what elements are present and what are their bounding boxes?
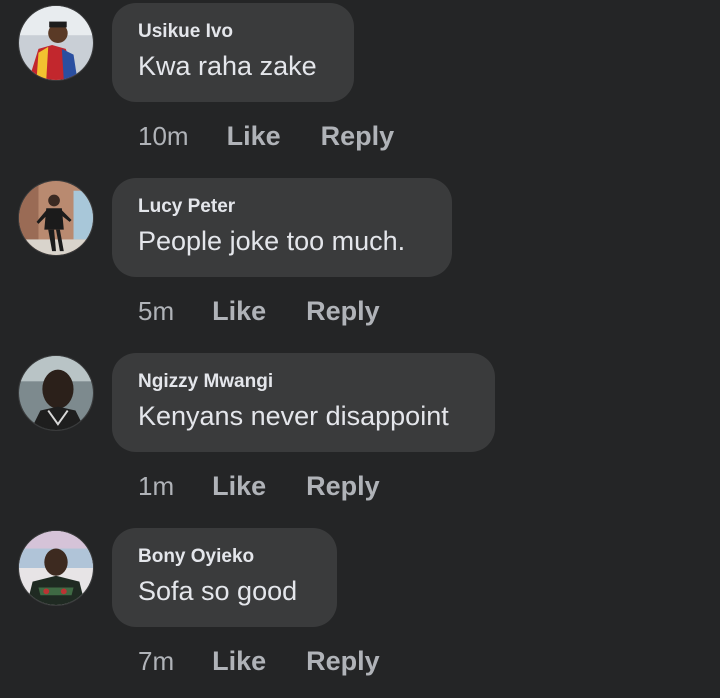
comment-actions: 5m Like Reply — [138, 291, 380, 331]
avatar-photo-icon — [19, 531, 93, 605]
comment-timestamp[interactable]: 1m — [138, 471, 174, 502]
comment-item: Bony Oyieko Sofa so good 7m Like Reply — [0, 525, 720, 698]
reply-button[interactable]: Reply — [306, 646, 380, 677]
comment-bubble: Bony Oyieko Sofa so good — [112, 528, 337, 627]
like-button[interactable]: Like — [212, 646, 266, 677]
reply-button[interactable]: Reply — [321, 121, 395, 152]
avatar-photo-icon — [19, 181, 93, 255]
comment-author[interactable]: Lucy Peter — [138, 196, 235, 218]
avatar[interactable] — [18, 530, 94, 606]
comment-text: Kwa raha zake — [138, 51, 317, 81]
comment-timestamp[interactable]: 7m — [138, 646, 174, 677]
avatar[interactable] — [18, 355, 94, 431]
reply-button[interactable]: Reply — [306, 471, 380, 502]
avatar-photo-icon — [19, 356, 93, 430]
comment-actions: 1m Like Reply — [138, 466, 380, 506]
like-button[interactable]: Like — [227, 121, 281, 152]
comment-bubble: Lucy Peter People joke too much. — [112, 178, 452, 277]
like-button[interactable]: Like — [212, 296, 266, 327]
avatar[interactable] — [18, 5, 94, 81]
comment-text: Sofa so good — [138, 576, 298, 606]
comment-text: Kenyans never disappoint — [138, 401, 449, 431]
avatar[interactable] — [18, 180, 94, 256]
comment-text: People joke too much. — [138, 226, 406, 256]
comment-actions: 10m Like Reply — [138, 116, 394, 156]
comment-timestamp[interactable]: 5m — [138, 296, 174, 327]
comment-item: Usikue Ivo Kwa raha zake 10m Like Reply — [0, 0, 720, 175]
comment-bubble: Usikue Ivo Kwa raha zake — [112, 3, 354, 102]
comment-bubble: Ngizzy Mwangi Kenyans never disappoint — [112, 353, 495, 452]
comment-author[interactable]: Ngizzy Mwangi — [138, 371, 273, 393]
comment-item: Lucy Peter People joke too much. 5m Like… — [0, 175, 720, 350]
comment-author[interactable]: Bony Oyieko — [138, 546, 254, 568]
comment-actions: 7m Like Reply — [138, 641, 380, 681]
reply-button[interactable]: Reply — [306, 296, 380, 327]
comment-feed: Usikue Ivo Kwa raha zake 10m Like Reply … — [0, 0, 720, 698]
comment-author[interactable]: Usikue Ivo — [138, 21, 233, 43]
like-button[interactable]: Like — [212, 471, 266, 502]
comment-timestamp[interactable]: 10m — [138, 121, 189, 152]
comment-item: Ngizzy Mwangi Kenyans never disappoint 1… — [0, 350, 720, 525]
avatar-photo-icon — [19, 6, 93, 80]
